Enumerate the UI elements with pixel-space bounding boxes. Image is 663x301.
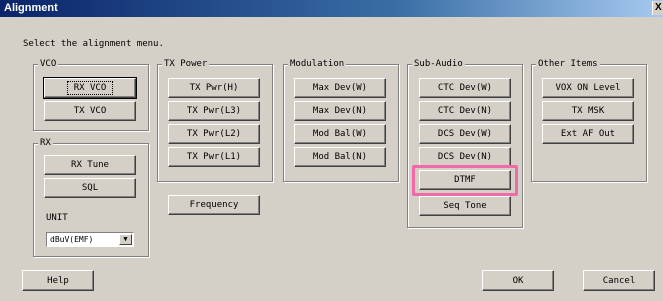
sql-button[interactable]: SQL (44, 178, 136, 198)
rx-tune-button[interactable]: RX Tune (44, 155, 136, 175)
dcs-dev-n-button[interactable]: DCS Dev(N) (419, 147, 511, 167)
dtmf-highlight-frame (412, 165, 518, 196)
help-button[interactable]: Help (22, 270, 94, 291)
tx-pwr-l2-button[interactable]: TX Pwr(L2) (168, 124, 260, 144)
dcs-dev-w-button[interactable]: DCS Dev(W) (419, 124, 511, 144)
chevron-down-icon[interactable]: ▼ (119, 234, 132, 245)
ctc-dev-n-button[interactable]: CTC Dev(N) (419, 101, 511, 121)
ok-button[interactable]: OK (482, 270, 554, 291)
mod-bal-n-button[interactable]: Mod Bal(N) (294, 147, 386, 167)
sub-audio-group-label: Sub-Audio (412, 59, 465, 70)
window-title: Alignment (4, 2, 58, 14)
max-dev-n-button[interactable]: Max Dev(N) (294, 101, 386, 121)
instruction-text: Select the alignment menu. (23, 39, 164, 49)
close-icon[interactable]: X (652, 1, 663, 15)
vco-group-label: VCO (38, 59, 59, 70)
unit-select[interactable]: dBuV(EMF) ▼ (46, 232, 134, 247)
tx-pwr-l1-button[interactable]: TX Pwr(L1) (168, 147, 260, 167)
other-items-group-label: Other Items (536, 59, 600, 70)
modulation-group-label: Modulation (288, 59, 347, 70)
unit-label: UNIT (46, 213, 68, 223)
seq-tone-button[interactable]: Seq Tone (419, 196, 511, 216)
ctc-dev-w-button[interactable]: CTC Dev(W) (419, 78, 511, 98)
rx-group-label: RX (38, 138, 53, 149)
alignment-dialog: Alignment X Select the alignment menu. V… (0, 0, 663, 301)
rx-vco-label: RX VCO (66, 81, 114, 95)
cancel-button[interactable]: Cancel (583, 270, 655, 291)
tx-msk-button[interactable]: TX MSK (542, 101, 634, 121)
vox-on-level-button[interactable]: VOX ON Level (542, 78, 634, 98)
tx-power-group-label: TX Power (162, 59, 210, 70)
mod-bal-w-button[interactable]: Mod Bal(W) (294, 124, 386, 144)
ext-af-out-button[interactable]: Ext AF Out (542, 124, 634, 144)
rx-vco-button[interactable]: RX VCO (43, 77, 137, 99)
max-dev-w-button[interactable]: Max Dev(W) (294, 78, 386, 98)
frequency-button[interactable]: Frequency (168, 195, 260, 215)
unit-select-value: dBuV(EMF) (50, 235, 94, 244)
tx-vco-button[interactable]: TX VCO (44, 101, 136, 121)
tx-pwr-h-button[interactable]: TX Pwr(H) (168, 78, 260, 98)
title-bar: Alignment X (0, 0, 663, 17)
tx-pwr-l3-button[interactable]: TX Pwr(L3) (168, 101, 260, 121)
